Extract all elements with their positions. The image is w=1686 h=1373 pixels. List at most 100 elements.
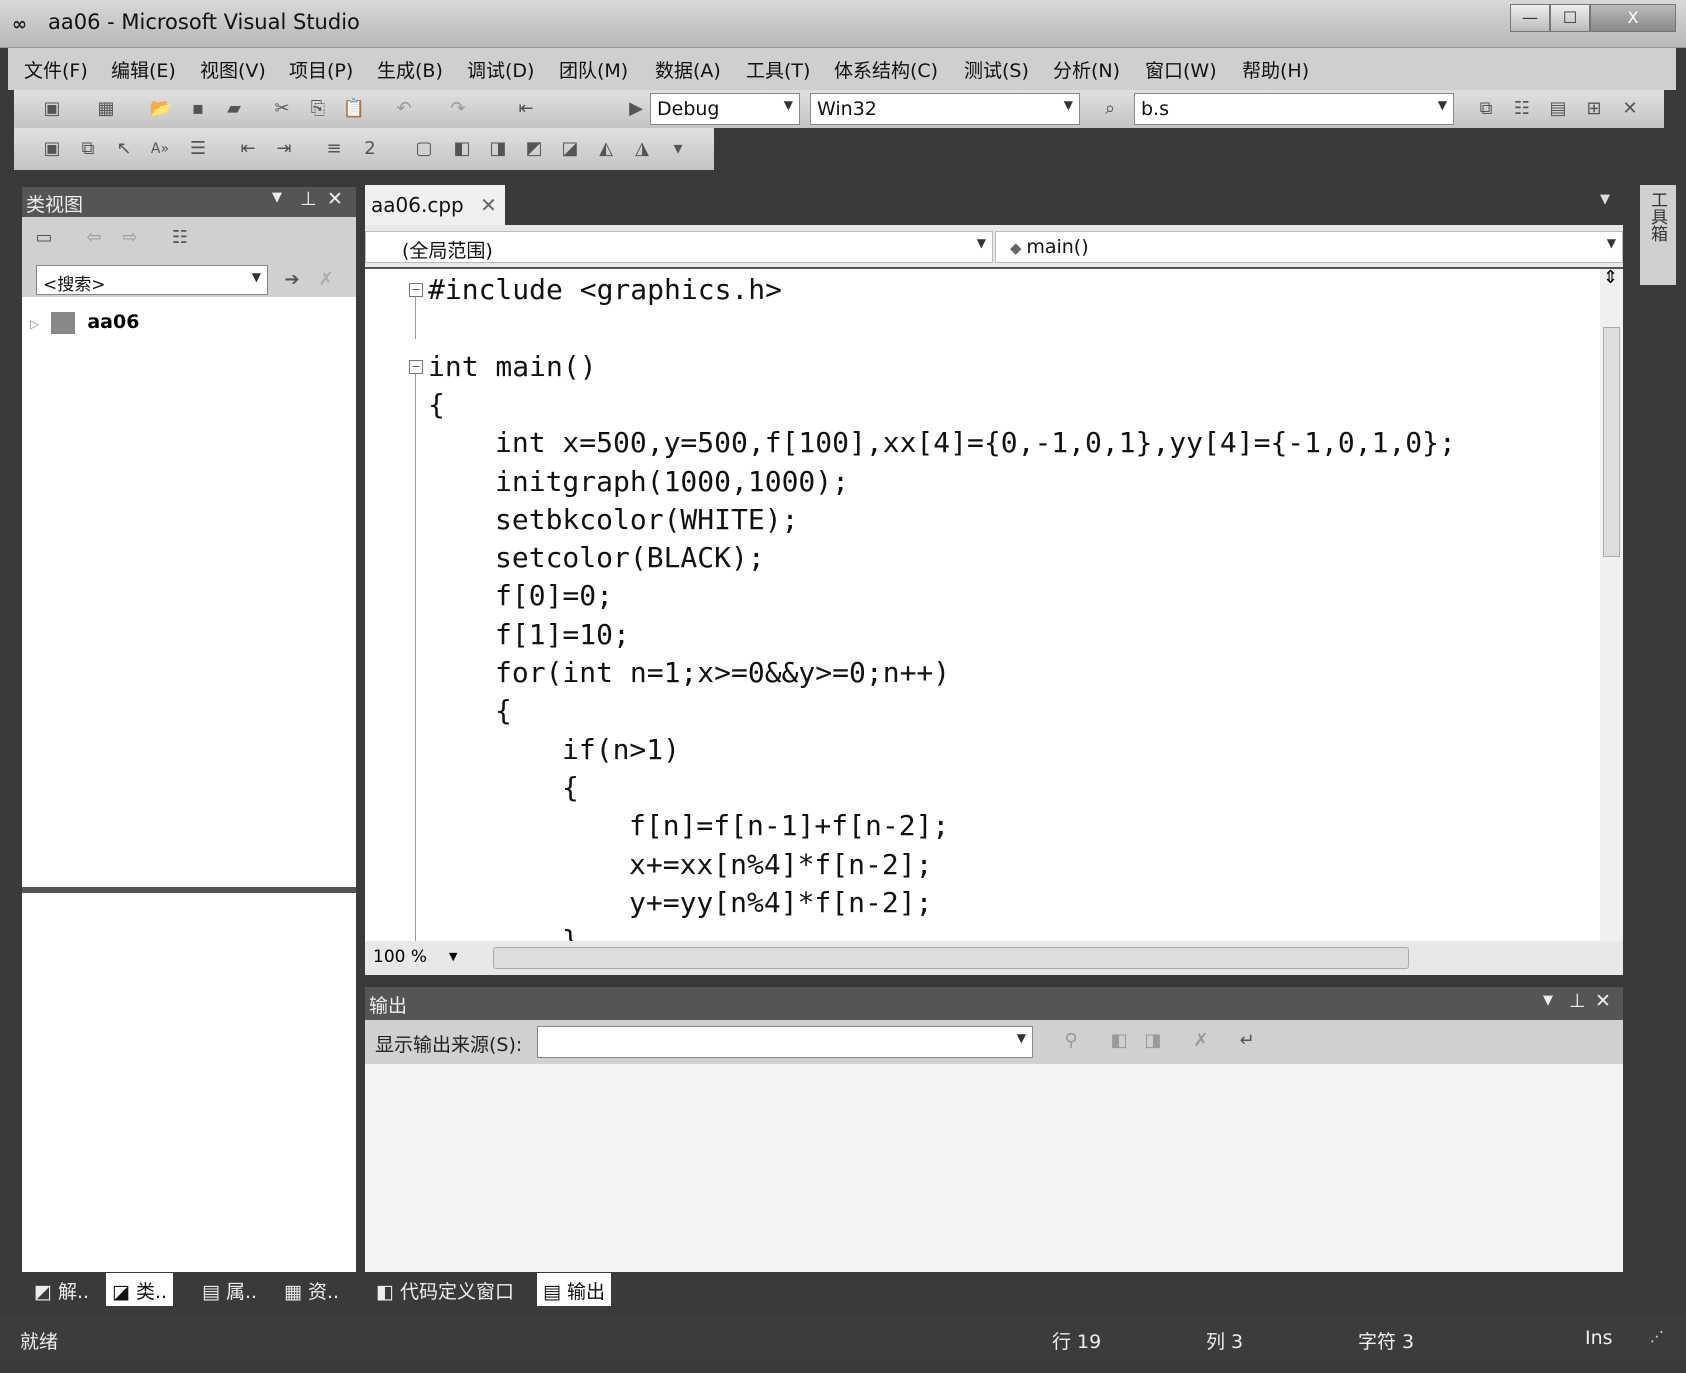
menu-test[interactable]: 测试(S) (964, 56, 1029, 83)
increase-indent-icon[interactable]: ⇥ (272, 138, 296, 160)
collapse-icon[interactable]: − (409, 283, 423, 297)
view-settings-icon[interactable]: ☷ (168, 227, 192, 249)
add-item-icon[interactable]: ▦ (94, 98, 118, 120)
save-icon[interactable]: ▪ (186, 98, 210, 120)
outdent-icon[interactable]: ☰ (186, 138, 210, 160)
list-members-icon[interactable]: ▣ (40, 138, 64, 160)
comment-icon[interactable]: ≡ (322, 138, 346, 160)
class-search-input[interactable]: <搜索> ▼ (36, 265, 268, 295)
solution-explorer-icon[interactable]: ⧉ (1474, 98, 1498, 120)
bookmark-icon[interactable]: ▢ (412, 138, 436, 160)
next-bookmark-folder-icon[interactable]: ◪ (558, 138, 582, 160)
pin-icon[interactable]: ⊥ (300, 188, 317, 210)
tab-property-manager[interactable]: ▤ 属.. (196, 1273, 263, 1306)
toolbox-icon[interactable]: ⊞ (1582, 98, 1606, 120)
back-icon[interactable]: ⇦ (82, 227, 106, 249)
word-wrap-icon[interactable]: ↵ (1235, 1030, 1259, 1052)
menu-debug[interactable]: 调试(D) (467, 56, 534, 83)
save-all-icon[interactable]: ▰ (222, 98, 246, 120)
object-browser-icon[interactable]: ▤ (1546, 98, 1570, 120)
navigate-icon[interactable]: ⇤ (514, 98, 538, 120)
menu-build[interactable]: 生成(B) (377, 56, 443, 83)
tab-list-icon[interactable]: ▼ (1600, 192, 1610, 207)
close-icon[interactable]: ✕ (327, 188, 343, 210)
copy-icon[interactable]: ⎘ (306, 98, 330, 120)
vertical-scrollbar[interactable]: ⇕ (1600, 267, 1623, 941)
chevron-down-icon[interactable]: ▼ (449, 950, 457, 963)
close-button[interactable]: X (1590, 4, 1676, 32)
menu-help[interactable]: 帮助(H) (1242, 56, 1309, 83)
clear-bookmarks-icon[interactable]: ▾ (666, 138, 690, 160)
tree-item-aa06[interactable]: ▷ aa06 (30, 311, 139, 334)
expand-icon[interactable]: ▷ (30, 317, 39, 331)
tab-class-view[interactable]: ◪ 类.. (106, 1273, 174, 1306)
tab-output[interactable]: ▤ 输出 (537, 1273, 612, 1306)
uncomment-icon[interactable]: 2 (358, 138, 382, 160)
output-content[interactable] (365, 1064, 1623, 1272)
search-go-icon[interactable]: ➔ (280, 269, 304, 291)
maximize-button[interactable]: ☐ (1550, 4, 1590, 32)
tab-code-definition[interactable]: ◧ 代码定义窗口 (370, 1273, 520, 1306)
next-bookmark-icon[interactable]: ◨ (486, 138, 510, 160)
tab-resource-view[interactable]: ▦ 资.. (278, 1273, 345, 1306)
scroll-thumb[interactable] (1603, 327, 1620, 557)
splitter[interactable] (22, 887, 356, 893)
new-project-icon[interactable]: ▣ (40, 98, 64, 120)
parameter-info-icon[interactable]: ⧉ (76, 138, 100, 160)
find-in-files-icon[interactable]: ⌕ (1098, 98, 1122, 120)
forward-icon[interactable]: ⇨ (118, 227, 142, 249)
minimize-button[interactable]: — (1510, 4, 1550, 32)
menu-data[interactable]: 数据(A) (655, 56, 721, 83)
undo-icon[interactable]: ↶ (392, 98, 416, 120)
menu-file[interactable]: 文件(F) (24, 56, 88, 83)
complete-word-icon[interactable]: A» (148, 138, 172, 160)
menu-view[interactable]: 视图(V) (200, 56, 266, 83)
new-folder-icon[interactable]: ▭ (32, 227, 56, 249)
find-combo[interactable]: b.s ▼ (1134, 93, 1454, 125)
prev-bookmark-icon[interactable]: ◧ (450, 138, 474, 160)
open-file-icon[interactable]: 📂 (149, 98, 173, 120)
close-icon[interactable]: ✕ (1595, 990, 1611, 1012)
properties-icon[interactable]: ☷ (1510, 98, 1534, 120)
tools-icon[interactable]: ✕ (1618, 98, 1642, 120)
zoom-select[interactable]: 100 % (373, 947, 427, 967)
solution-config-select[interactable]: Debug ▼ (650, 93, 800, 125)
menu-analyze[interactable]: 分析(N) (1053, 56, 1120, 83)
dropdown-icon[interactable]: ▼ (272, 190, 282, 205)
member-select[interactable]: ◆ main() ▼ (995, 231, 1623, 263)
redo-icon[interactable]: ↷ (446, 98, 470, 120)
code-editor[interactable]: − #include <graphics.h> − int main(){int x=… (365, 269, 1623, 941)
next-doc-bookmark-icon[interactable]: ◮ (630, 138, 654, 160)
platform-select[interactable]: Win32 ▼ (810, 93, 1080, 125)
output-source-select[interactable]: ▼ (537, 1026, 1033, 1058)
scope-select[interactable]: (全局范围) ▼ (365, 231, 993, 263)
menu-team[interactable]: 团队(M) (559, 56, 628, 83)
start-debug-icon[interactable]: ▶ (624, 98, 648, 120)
prev-doc-bookmark-icon[interactable]: ◭ (594, 138, 618, 160)
clear-all-icon[interactable]: ✗ (1189, 1030, 1213, 1052)
pin-icon[interactable]: ⊥ (1569, 990, 1586, 1012)
menu-tools[interactable]: 工具(T) (746, 56, 810, 83)
h-scroll-thumb[interactable] (493, 947, 1409, 969)
paste-icon[interactable]: 📋 (342, 98, 366, 120)
collapse-icon[interactable]: − (409, 359, 423, 374)
clear-search-icon[interactable]: ✗ (314, 269, 338, 291)
close-tab-icon[interactable]: ✕ (480, 193, 497, 217)
prev-message-icon[interactable]: ◧ (1107, 1030, 1131, 1052)
prev-bookmark-folder-icon[interactable]: ◩ (522, 138, 546, 160)
cut-icon[interactable]: ✂ (270, 98, 294, 120)
dropdown-icon[interactable]: ▼ (1543, 993, 1553, 1008)
split-icon[interactable]: ⇕ (1603, 267, 1618, 288)
tab-solution-explorer[interactable]: ◩ 解.. (28, 1273, 95, 1306)
tab-aa06-cpp[interactable]: aa06.cpp ✕ (365, 185, 505, 225)
resize-grip-icon[interactable]: ⋰ (1650, 1329, 1664, 1345)
menu-edit[interactable]: 编辑(E) (111, 56, 176, 83)
menu-architecture[interactable]: 体系结构(C) (834, 56, 938, 83)
toolbox-tab[interactable]: 工具箱 (1640, 185, 1676, 285)
menu-window[interactable]: 窗口(W) (1145, 56, 1217, 83)
menu-project[interactable]: 项目(P) (289, 56, 353, 83)
find-message-icon[interactable]: ⚲ (1059, 1030, 1083, 1052)
next-message-icon[interactable]: ◨ (1141, 1030, 1165, 1052)
decrease-indent-icon[interactable]: ⇤ (236, 138, 260, 160)
quick-info-icon[interactable]: ↖ (112, 138, 136, 160)
